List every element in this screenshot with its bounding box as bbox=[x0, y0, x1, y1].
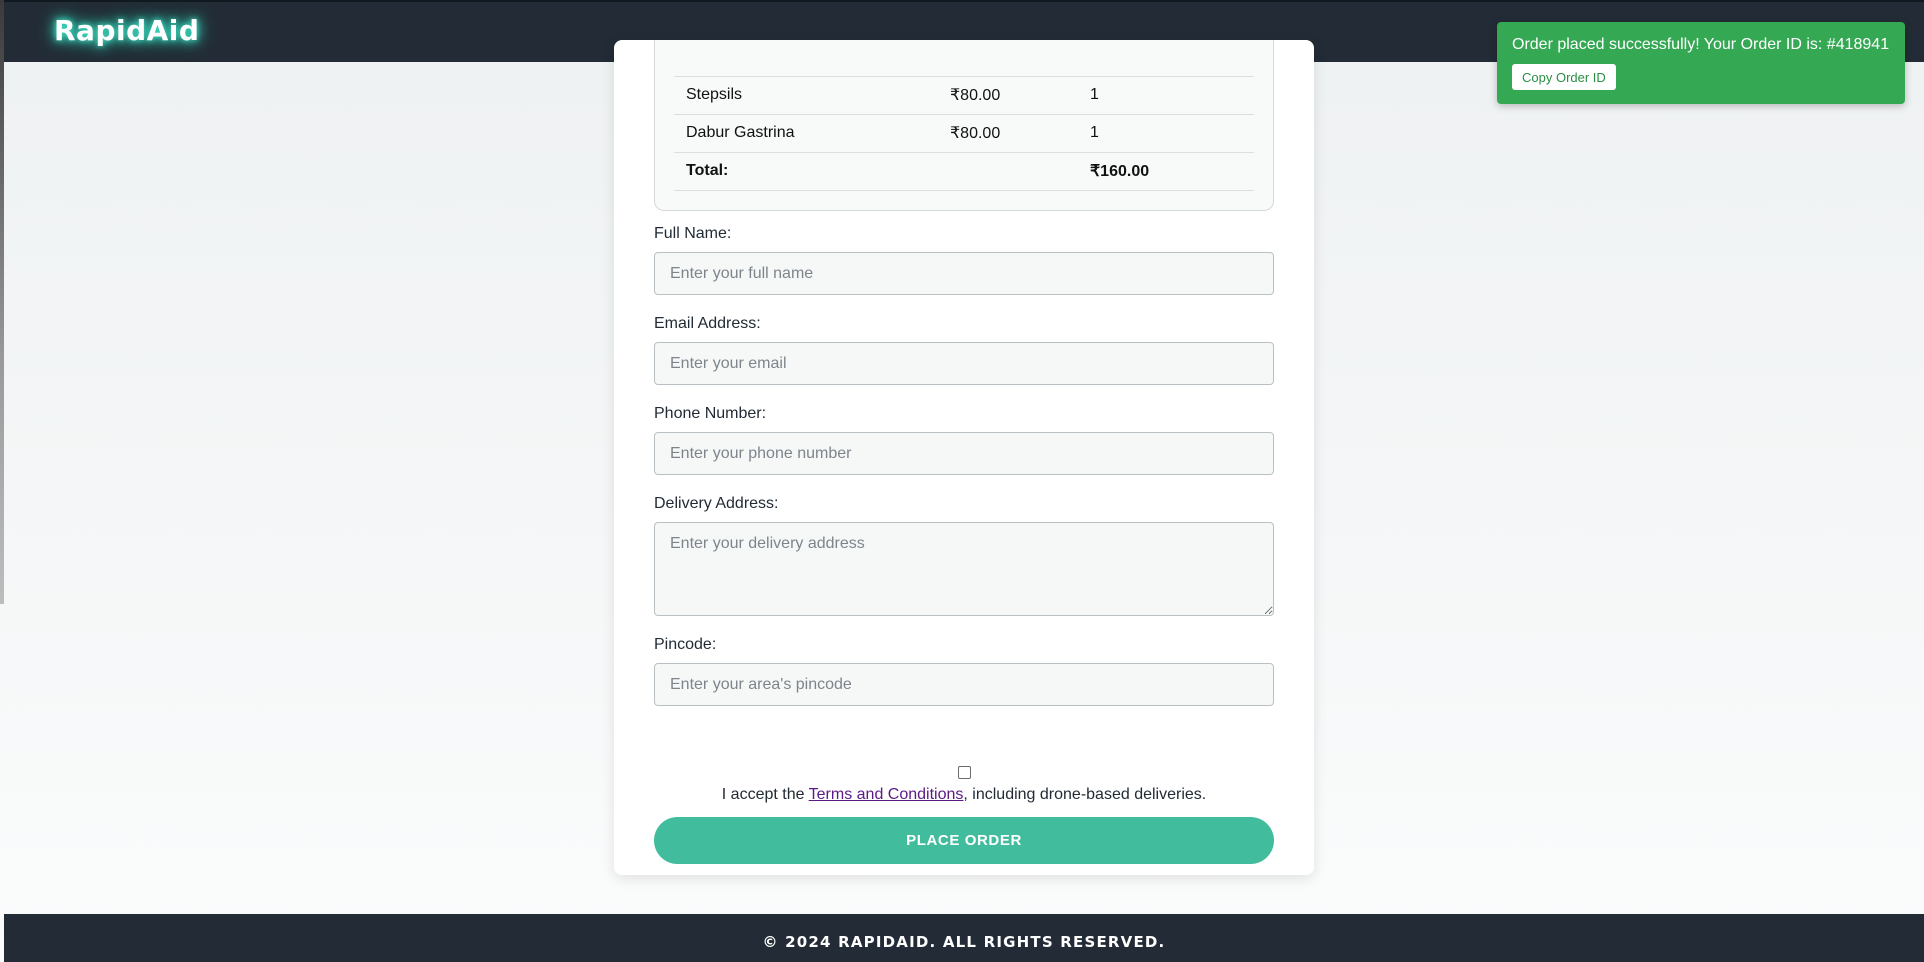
table-row: Dabur Gastrina ₹80.00 1 bbox=[674, 114, 1254, 153]
pincode-group: Pincode: bbox=[654, 636, 1274, 706]
full-name-group: Full Name: bbox=[654, 225, 1274, 295]
item-quantity: 1 bbox=[1078, 114, 1254, 153]
item-name: Stepsils bbox=[674, 76, 938, 115]
copy-order-id-button[interactable]: Copy Order ID bbox=[1512, 64, 1616, 90]
brand-logo[interactable]: RapidAid bbox=[54, 14, 199, 47]
terms-section: I accept the Terms and Conditions, inclu… bbox=[654, 766, 1274, 804]
checkout-form: Full Name: Email Address: Phone Number: … bbox=[654, 225, 1274, 864]
order-items-table: Stepsils ₹80.00 1 Dabur Gastrina ₹80.00 … bbox=[674, 40, 1254, 191]
pincode-input[interactable] bbox=[654, 663, 1274, 706]
email-group: Email Address: bbox=[654, 315, 1274, 385]
email-label: Email Address: bbox=[654, 315, 761, 332]
address-group: Delivery Address: bbox=[654, 495, 1274, 616]
total-row: Total: ₹160.00 bbox=[674, 152, 1254, 191]
item-price: ₹80.00 bbox=[938, 76, 1078, 115]
checkout-card: Stepsils ₹80.00 1 Dabur Gastrina ₹80.00 … bbox=[614, 40, 1314, 875]
place-order-button[interactable]: PLACE ORDER bbox=[654, 817, 1274, 864]
address-textarea[interactable] bbox=[654, 522, 1274, 616]
pincode-label: Pincode: bbox=[654, 636, 717, 653]
phone-group: Phone Number: bbox=[654, 405, 1274, 475]
phone-input[interactable] bbox=[654, 432, 1274, 475]
terms-link[interactable]: Terms and Conditions bbox=[809, 786, 964, 803]
item-price: ₹80.00 bbox=[938, 114, 1078, 153]
toast-message: Order placed successfully! Your Order ID… bbox=[1512, 36, 1890, 53]
terms-text: I accept the Terms and Conditions, inclu… bbox=[654, 786, 1274, 804]
order-summary: Stepsils ₹80.00 1 Dabur Gastrina ₹80.00 … bbox=[654, 40, 1274, 211]
terms-checkbox[interactable] bbox=[957, 766, 971, 779]
email-input[interactable] bbox=[654, 342, 1274, 385]
total-value: ₹160.00 bbox=[1078, 152, 1254, 191]
copyright-text: © 2024 RAPIDAID. ALL RIGHTS RESERVED. bbox=[762, 933, 1166, 951]
item-name: Dabur Gastrina bbox=[674, 114, 938, 153]
terms-suffix: , including drone-based deliveries. bbox=[963, 786, 1207, 803]
footer: © 2024 RAPIDAID. ALL RIGHTS RESERVED. bbox=[4, 914, 1924, 962]
window-edge bbox=[0, 0, 4, 604]
table-row: Stepsils ₹80.00 1 bbox=[674, 76, 1254, 115]
table-header-row bbox=[674, 40, 1254, 77]
full-name-input[interactable] bbox=[654, 252, 1274, 295]
item-quantity: 1 bbox=[1078, 76, 1254, 115]
terms-prefix: I accept the bbox=[721, 786, 809, 803]
address-label: Delivery Address: bbox=[654, 495, 779, 512]
full-name-label: Full Name: bbox=[654, 225, 732, 242]
success-toast: Order placed successfully! Your Order ID… bbox=[1497, 22, 1905, 104]
total-label: Total: bbox=[674, 152, 938, 191]
phone-label: Phone Number: bbox=[654, 405, 767, 422]
